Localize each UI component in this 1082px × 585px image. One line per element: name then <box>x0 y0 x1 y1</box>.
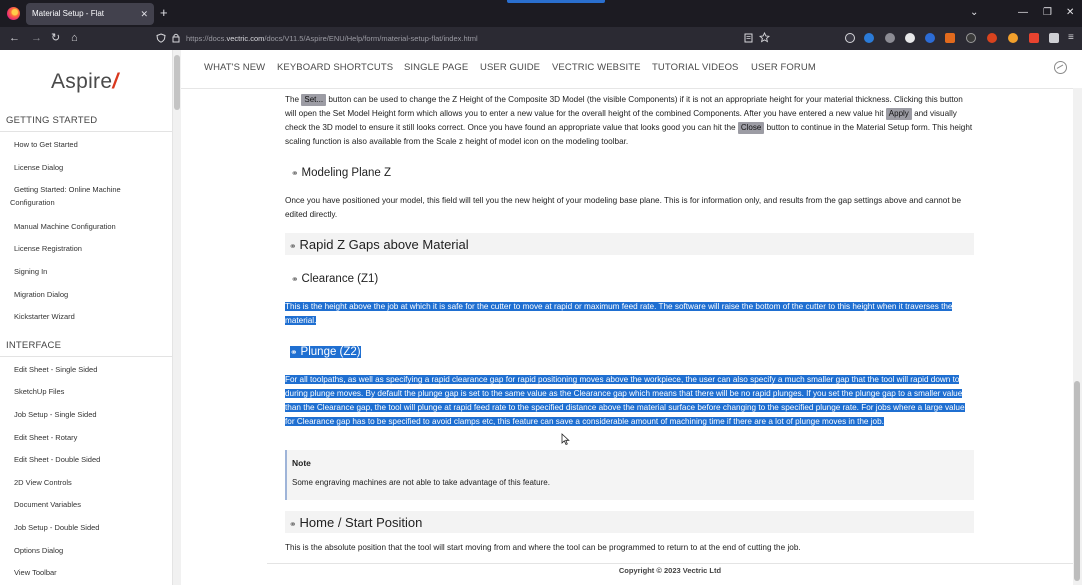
extension-icon-6[interactable] <box>1008 33 1018 43</box>
mouse-cursor-icon <box>561 433 570 446</box>
nav-single-page[interactable]: SINGLE PAGE <box>404 62 468 73</box>
shield-icon[interactable] <box>156 33 166 43</box>
page-scrollbar[interactable] <box>1073 88 1082 585</box>
divider <box>0 356 172 357</box>
heading-home-start-position: ⚭ Home / Start Position <box>285 511 974 533</box>
page: Aspire/ GETTING STARTED How to Get Start… <box>0 50 1082 585</box>
maximize-button[interactable]: ❐ <box>1043 6 1052 20</box>
tab-bar: Material Setup - Flat ✕ + ⌄ — ❐ ✕ <box>0 0 1082 27</box>
heading-plunge: ⚭ Plunge (Z2) <box>290 346 361 358</box>
heading-clearance: ⚭ Clearance (Z1) <box>291 273 379 285</box>
firefox-icon <box>7 7 20 20</box>
sidebar-item-2d-view-controls[interactable]: 2D View Controls <box>14 476 164 489</box>
back-icon[interactable]: ← <box>9 31 20 45</box>
page-scrollbar-thumb[interactable] <box>1074 381 1080 581</box>
list-all-tabs-icon[interactable]: ⌄ <box>970 6 978 20</box>
nav-user-forum[interactable]: USER FORUM <box>751 62 816 73</box>
extension-icon-1[interactable] <box>905 33 915 43</box>
pocket-icon[interactable] <box>845 33 855 43</box>
sidebar-item-job-setup-double-sided[interactable]: Job Setup - Double Sided <box>14 521 164 534</box>
extension-icon-5[interactable] <box>987 33 997 43</box>
forward-icon[interactable]: → <box>31 31 42 45</box>
sidebar-item-edit-sheet-single-sided[interactable]: Edit Sheet - Single Sided <box>14 363 164 376</box>
link-icon[interactable]: ⚭ <box>290 347 298 357</box>
nav-vectric-website[interactable]: VECTRIC WEBSITE <box>552 62 641 73</box>
tab-close-icon[interactable]: ✕ <box>140 3 148 25</box>
nav-user-guide[interactable]: USER GUIDE <box>480 62 540 73</box>
note-title: Note <box>292 458 311 468</box>
paragraph-plunge: For all toolpaths, as well as specifying… <box>285 375 965 426</box>
extension-icon-2[interactable] <box>925 33 935 43</box>
divider <box>267 563 1073 564</box>
library-icon[interactable] <box>885 33 895 43</box>
url-bar[interactable]: https://docs.vectric.com/docs/V11.5/Aspi… <box>150 29 780 48</box>
reader-view-icon[interactable] <box>744 33 753 43</box>
close-window-button[interactable]: ✕ <box>1066 6 1074 20</box>
sidebar-item-sketchup-files[interactable]: SketchUp Files <box>14 385 164 398</box>
url-text[interactable]: https://docs.vectric.com/docs/V11.5/Aspi… <box>186 32 478 45</box>
link-icon[interactable]: ⚭ <box>289 241 297 251</box>
sidebar-item-signing-in[interactable]: Signing In <box>14 265 164 278</box>
footer-copyright: Copyright © 2023 Vectric Ltd <box>618 566 722 575</box>
sidebar-item-online-machine-configuration[interactable]: Getting Started: Online Machine Configur… <box>10 183 160 209</box>
note-box: Note Some engraving machines are not abl… <box>285 450 974 500</box>
home-icon[interactable]: ⌂ <box>71 31 78 45</box>
paragraph-clearance: This is the height above the job at whic… <box>285 302 953 325</box>
sidebar-item-edit-sheet-double-sided[interactable]: Edit Sheet - Double Sided <box>14 453 164 466</box>
sidebar-item-how-to-get-started[interactable]: How to Get Started <box>14 138 164 151</box>
close-button-ref: Close <box>737 122 765 134</box>
browser-window: Material Setup - Flat ✕ + ⌄ — ❐ ✕ ← → ↻ … <box>0 0 1082 585</box>
sidebar-item-job-setup-single-sided[interactable]: Job Setup - Single Sided <box>14 408 164 421</box>
link-icon[interactable]: ⚭ <box>289 519 297 529</box>
reload-icon[interactable]: ↻ <box>51 31 60 45</box>
paragraph-modeling-plane: Once you have positioned your model, thi… <box>285 196 962 219</box>
menu-icon[interactable]: ≡ <box>1068 31 1074 45</box>
aspire-logo[interactable]: Aspire/ <box>51 70 118 94</box>
divider <box>181 88 1082 89</box>
sidebar-item-manual-machine-configuration[interactable]: Manual Machine Configuration <box>14 220 164 233</box>
link-icon[interactable]: ⚭ <box>291 274 299 284</box>
section-getting-started[interactable]: GETTING STARTED <box>6 115 97 126</box>
paragraph-home: This is the absolute position that the t… <box>285 543 801 552</box>
sidebar-item-view-toolbar[interactable]: View Toolbar <box>14 566 164 579</box>
link-icon[interactable]: ⚭ <box>291 168 299 178</box>
set-button-ref: Set... <box>301 94 327 106</box>
extension-icon-4[interactable] <box>966 33 976 43</box>
sidebar-item-kickstarter-wizard[interactable]: Kickstarter Wizard <box>14 310 164 323</box>
heading-rapid-z-gaps: ⚭ Rapid Z Gaps above Material <box>285 233 974 255</box>
section-interface[interactable]: INTERFACE <box>6 340 61 351</box>
sidebar-item-migration-dialog[interactable]: Migration Dialog <box>14 288 164 301</box>
downloads-icon[interactable] <box>864 33 874 43</box>
apply-button-ref: Apply <box>885 108 912 120</box>
sidebar-scrollbar-thumb[interactable] <box>174 55 180 110</box>
new-tab-button[interactable]: + <box>160 5 168 21</box>
language-globe-icon[interactable] <box>1054 61 1067 74</box>
sidebar: Aspire/ GETTING STARTED How to Get Start… <box>0 50 172 585</box>
nav-whats-new[interactable]: WHAT'S NEW <box>204 62 265 73</box>
bookmark-star-icon[interactable] <box>759 32 770 43</box>
sidebar-item-license-registration[interactable]: License Registration <box>14 242 164 255</box>
sidebar-item-document-variables[interactable]: Document Variables <box>14 498 164 511</box>
loading-indicator <box>507 0 605 3</box>
nav-keyboard-shortcuts[interactable]: KEYBOARD SHORTCUTS <box>277 62 393 73</box>
nav-tutorial-videos[interactable]: TUTORIAL VIDEOS <box>652 62 739 73</box>
note-body: Some engraving machines are not able to … <box>292 478 550 487</box>
paragraph-set-button: The Set... button can be used to change … <box>285 94 973 146</box>
extension-icon-3[interactable] <box>945 33 955 43</box>
sidebar-item-options-dialog[interactable]: Options Dialog <box>14 544 164 557</box>
heading-modeling-plane-z: ⚭ Modeling Plane Z <box>291 167 392 179</box>
sidebar-item-license-dialog[interactable]: License Dialog <box>14 161 164 174</box>
minimize-button[interactable]: — <box>1018 6 1028 20</box>
tab-material-setup[interactable]: Material Setup - Flat ✕ <box>26 3 154 25</box>
tab-title: Material Setup - Flat <box>32 9 105 18</box>
divider <box>0 131 172 132</box>
extensions-puzzle-icon[interactable] <box>1049 33 1059 43</box>
sidebar-scrollbar[interactable] <box>172 50 181 585</box>
lock-icon[interactable] <box>172 33 180 43</box>
nav-bar: ← → ↻ ⌂ https://docs.vectric.com/docs/V1… <box>0 27 1082 50</box>
sidebar-item-edit-sheet-rotary[interactable]: Edit Sheet - Rotary <box>14 431 164 444</box>
extension-icon-7[interactable] <box>1029 33 1039 43</box>
